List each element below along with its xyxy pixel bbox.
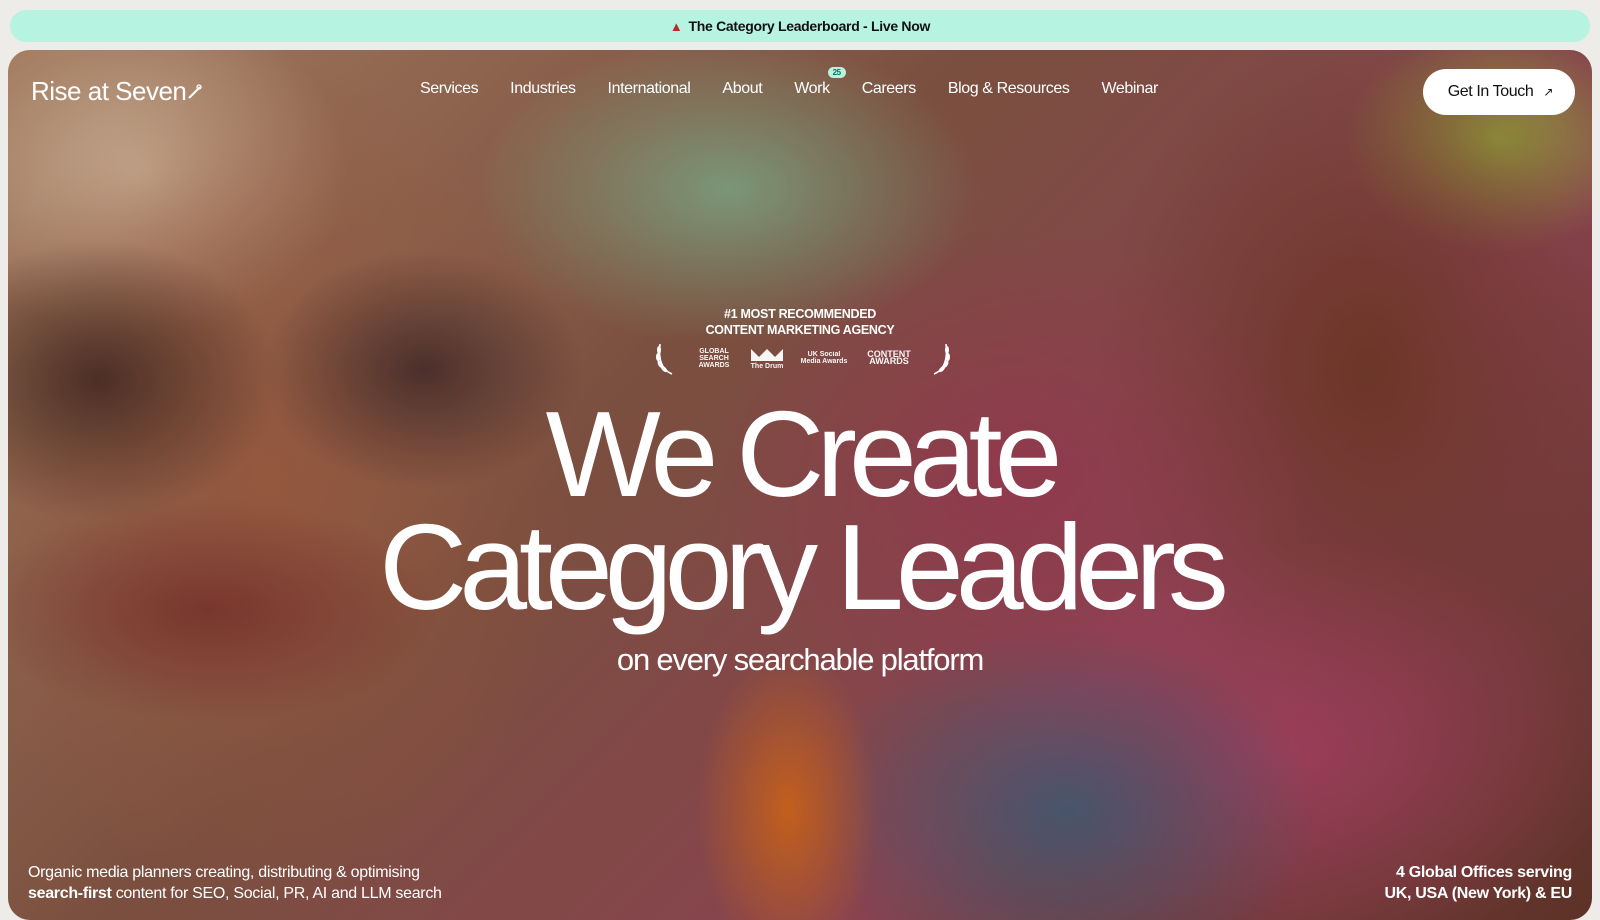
accolade-line-2: CONTENT MARKETING AGENCY <box>705 323 895 337</box>
offices-line-2: UK, USA (New York) & EU <box>1384 885 1573 902</box>
laurel-right-icon <box>933 343 950 375</box>
headline-line-2: Category Leaders <box>379 499 1229 635</box>
nav-item-careers[interactable]: Careers <box>862 80 917 98</box>
nav-item-blog-resources[interactable]: Blog & Resources <box>948 80 1070 98</box>
uk-social-media-awards-logo: UK Social Media Awards <box>800 351 848 365</box>
offices-line-1: 4 Global Offices serving <box>1396 864 1572 881</box>
subheadline: on every searchable platform <box>616 642 984 677</box>
siren-icon: ▲ <box>669 18 683 34</box>
hero-section: Rise at Seven Services Industries Intern… <box>8 50 1592 920</box>
nav-item-international[interactable]: International <box>608 80 691 98</box>
accolade-line-1: #1 MOST RECOMMENDED <box>724 307 876 321</box>
announcement-bar[interactable]: ▲ The Category Leaderboard - Live Now <box>10 10 1590 42</box>
main-nav: Services Industries International About … <box>8 67 1592 98</box>
headline-line-1: We Create <box>545 386 1063 522</box>
arrow-up-right-icon: ↗ <box>1543 85 1553 99</box>
get-in-touch-button[interactable]: Get In Touch ↗ <box>1422 69 1575 115</box>
hero-description: Organic media planners creating, distrib… <box>28 862 442 904</box>
drum-crown-icon <box>751 348 783 361</box>
the-drum-logo: The Drum <box>750 347 784 370</box>
laurel-left-icon <box>656 343 673 375</box>
nav-item-work[interactable]: Work 25 <box>794 67 846 98</box>
global-search-awards-logo: GLOBAL SEARCH AWARDS <box>698 347 730 369</box>
work-count-badge: 25 <box>827 67 846 78</box>
nav-item-webinar[interactable]: Webinar <box>1101 80 1158 98</box>
cta-label: Get In Touch <box>1447 83 1534 100</box>
nav-item-services[interactable]: Services <box>420 80 479 98</box>
offices-info: 4 Global Offices serving UK, USA (New Yo… <box>1385 862 1573 904</box>
description-line-1: Organic media planners creating, distrib… <box>28 864 420 881</box>
nav-item-industries[interactable]: Industries <box>510 80 576 98</box>
description-line-2: search-first content for SEO, Social, PR… <box>28 885 442 902</box>
accolade-text: #1 MOST RECOMMENDED CONTENT MARKETING AG… <box>8 306 1592 338</box>
content-awards-logo: CONTENT AWARDS <box>867 349 911 366</box>
nav-item-about[interactable]: About <box>722 80 762 98</box>
awards-strip: GLOBAL SEARCH AWARDS The Drum UK Social … <box>654 338 952 378</box>
announcement-text: The Category Leaderboard - Live Now <box>688 18 931 34</box>
